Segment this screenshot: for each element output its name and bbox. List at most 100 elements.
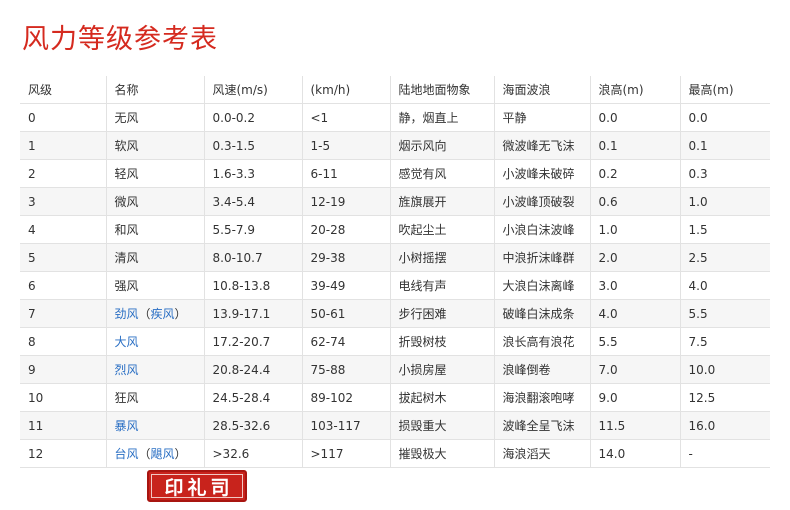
cell-land-signs: 小损房屋 [390,355,495,384]
wind-name-text: 微风 [114,195,139,209]
cell-wave-height: 1.0 [590,215,681,244]
cell-max-height: 0.1 [680,131,770,160]
cell-speed-kmh: 12-19 [302,187,391,216]
cell-max-height: 10.0 [680,355,770,384]
table-row: 4 和风 5.5-7.9 20-28 吹起尘土 小浪白沫波峰 1.0 1.5 [20,215,770,244]
wind-name-link[interactable]: 大风 [115,335,139,349]
wind-name-text: 和风 [114,223,139,237]
seal-stamp: 印礼司 [147,470,247,502]
cell-speed-ms: 17.2-20.7 [204,327,303,356]
seal-stamp-text: 印礼司 [151,474,243,499]
table-row: 3 微风 3.4-5.4 12-19 旌旗展开 小波峰顶破裂 0.6 1.0 [20,187,770,216]
cell-land-signs: 步行困难 [390,299,495,328]
wind-name-link[interactable]: 暴风 [115,419,139,433]
cell-wave-height: 5.5 [590,327,681,356]
wind-name-text: （ [138,307,151,321]
header-speed-kmh: (km/h) [302,76,391,104]
cell-name: 烈风 [106,355,205,384]
cell-max-height: 1.0 [680,187,770,216]
wind-name-text: （ [138,447,151,461]
cell-speed-kmh: 75-88 [302,355,391,384]
wind-name-text: 清风 [114,251,139,265]
cell-name: 和风 [106,215,205,244]
cell-wave-height: 14.0 [590,439,681,468]
cell-land-signs: 拔起树木 [390,383,495,412]
cell-sea-waves: 浪长高有浪花 [494,327,591,356]
cell-speed-ms: 8.0-10.7 [204,243,303,272]
cell-name: 清风 [106,243,205,272]
cell-speed-kmh: 62-74 [302,327,391,356]
cell-level: 2 [20,159,107,188]
header-sea-waves: 海面波浪 [494,76,591,104]
cell-land-signs: 静，烟直上 [390,103,495,132]
cell-speed-ms: 1.6-3.3 [204,159,303,188]
cell-speed-ms: 24.5-28.4 [204,383,303,412]
cell-speed-kmh: 20-28 [302,215,391,244]
header-speed-ms: 风速(m/s) [204,76,303,104]
cell-sea-waves: 海浪滔天 [494,439,591,468]
cell-wave-height: 0.2 [590,159,681,188]
cell-speed-ms: 0.0-0.2 [204,103,303,132]
wind-name-text: ） [174,447,187,461]
wind-name-link[interactable]: 烈风 [115,363,139,377]
cell-level: 3 [20,187,107,216]
table-row: 2 轻风 1.6-3.3 6-11 感觉有风 小波峰未破碎 0.2 0.3 [20,159,770,188]
cell-sea-waves: 波峰全呈飞沫 [494,411,591,440]
cell-speed-ms: >32.6 [204,439,303,468]
wind-name-link[interactable]: 台风 [115,447,139,461]
cell-land-signs: 小树摇摆 [390,243,495,272]
cell-max-height: 0.3 [680,159,770,188]
wind-name-text: 软风 [114,139,139,153]
table-row: 1 软风 0.3-1.5 1-5 烟示风向 微波峰无飞沫 0.1 0.1 [20,131,770,160]
wind-name-text: 轻风 [114,167,139,181]
cell-level: 4 [20,215,107,244]
cell-sea-waves: 浪峰倒卷 [494,355,591,384]
cell-wave-height: 9.0 [590,383,681,412]
cell-level: 11 [20,411,107,440]
header-level: 风级 [20,76,107,104]
cell-speed-kmh: 89-102 [302,383,391,412]
cell-land-signs: 感觉有风 [390,159,495,188]
cell-land-signs: 折毁树枝 [390,327,495,356]
cell-name: 软风 [106,131,205,160]
table-row: 8 大风 17.2-20.7 62-74 折毁树枝 浪长高有浪花 5.5 7.5 [20,327,770,356]
header-name: 名称 [106,76,205,104]
cell-land-signs: 损毁重大 [390,411,495,440]
wind-name-link[interactable]: 劲风 [115,307,139,321]
cell-level: 1 [20,131,107,160]
cell-speed-kmh: 103-117 [302,411,391,440]
wind-name-link[interactable]: 疾风 [151,307,175,321]
table-header-row: 风级 名称 风速(m/s) (km/h) 陆地地面物象 海面波浪 浪高(m) 最… [20,76,770,104]
cell-speed-ms: 3.4-5.4 [204,187,303,216]
cell-level: 7 [20,299,107,328]
wind-name-link[interactable]: 飓风 [151,447,175,461]
cell-name: 无风 [106,103,205,132]
table-row: 7 劲风（疾风） 13.9-17.1 50-61 步行困难 破峰白沫成条 4.0 5.5 [20,299,770,328]
cell-sea-waves: 微波峰无飞沫 [494,131,591,160]
table-row: 0 无风 0.0-0.2 <1 静，烟直上 平静 0.0 0.0 [20,103,770,132]
cell-max-height: 7.5 [680,327,770,356]
page: 风力等级参考表 风级 名称 风速(m/s) (km/h) 陆地地面物象 海面波浪… [0,0,790,510]
cell-level: 6 [20,271,107,300]
cell-land-signs: 摧毁极大 [390,439,495,468]
cell-speed-ms: 5.5-7.9 [204,215,303,244]
cell-max-height: 0.0 [680,103,770,132]
cell-speed-ms: 13.9-17.1 [204,299,303,328]
cell-name: 狂风 [106,383,205,412]
cell-sea-waves: 中浪折沫峰群 [494,243,591,272]
wind-name-text: ） [174,307,187,321]
cell-name: 台风（飓风） [106,439,205,468]
header-wave-height: 浪高(m) [590,76,681,104]
cell-sea-waves: 破峰白沫成条 [494,299,591,328]
cell-level: 5 [20,243,107,272]
cell-name: 劲风（疾风） [106,299,205,328]
cell-max-height: 5.5 [680,299,770,328]
cell-land-signs: 电线有声 [390,271,495,300]
table-row: 6 强风 10.8-13.8 39-49 电线有声 大浪白沫离峰 3.0 4.0 [20,271,770,300]
cell-max-height: 4.0 [680,271,770,300]
table-row: 10 狂风 24.5-28.4 89-102 拔起树木 海浪翻滚咆哮 9.0 12.5 [20,383,770,412]
cell-wave-height: 11.5 [590,411,681,440]
cell-sea-waves: 海浪翻滚咆哮 [494,383,591,412]
cell-max-height: 2.5 [680,243,770,272]
header-land-signs: 陆地地面物象 [390,76,495,104]
